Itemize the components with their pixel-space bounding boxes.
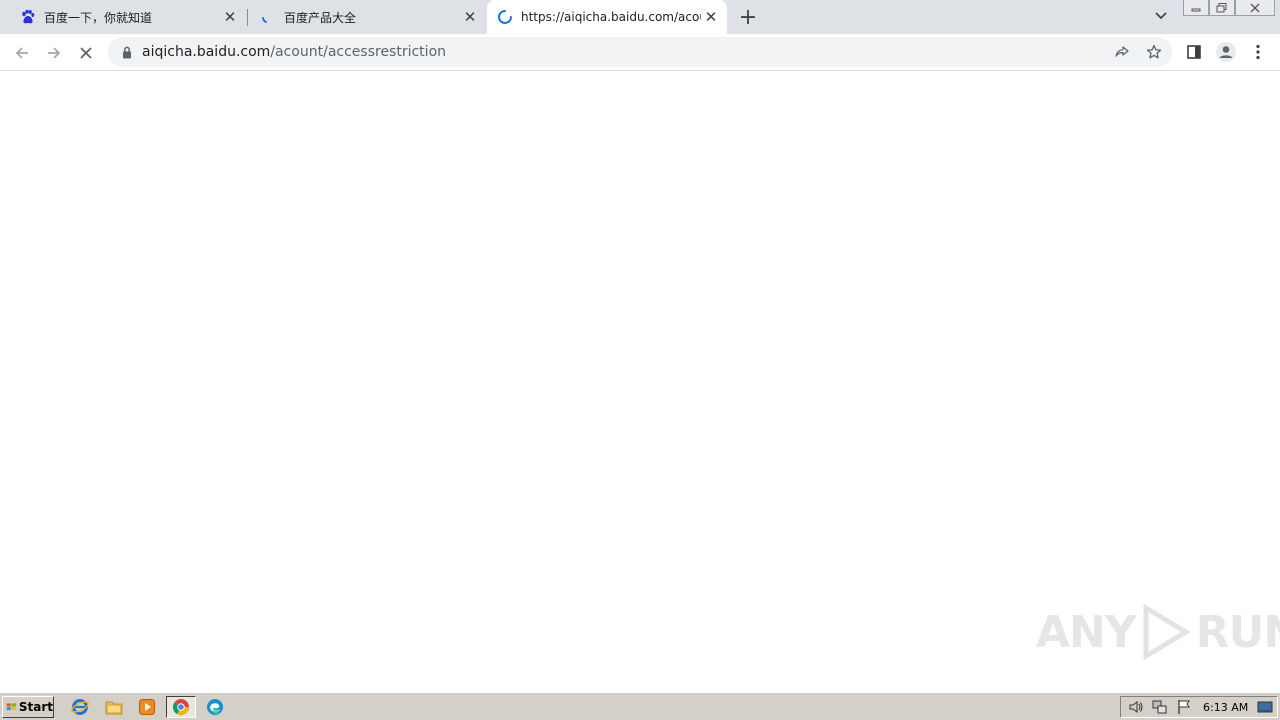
side-panel-button[interactable] xyxy=(1182,40,1206,64)
stop-loading-button[interactable] xyxy=(73,40,99,66)
omnibox-actions xyxy=(1110,40,1166,64)
page-content xyxy=(0,72,1280,692)
restore-button[interactable] xyxy=(1209,0,1235,16)
chevron-down-icon xyxy=(1155,12,1167,20)
tab-title: 百度产品大全 xyxy=(284,10,357,25)
edge-icon[interactable] xyxy=(204,697,226,717)
chrome-taskbar-icon[interactable] xyxy=(166,696,196,718)
stop-icon xyxy=(80,47,92,59)
loading-spinner-icon xyxy=(260,9,276,25)
menu-button[interactable] xyxy=(1246,40,1270,64)
restore-icon xyxy=(1216,2,1227,12)
tab-baidu-products[interactable]: 百度产品大全 ✕ xyxy=(240,0,486,34)
window-controls xyxy=(1183,0,1275,18)
show-desktop-icon[interactable] xyxy=(1256,698,1274,716)
arrow-left-icon xyxy=(15,47,28,59)
forward-button[interactable] xyxy=(41,40,67,66)
side-panel-icon xyxy=(1187,45,1201,59)
anyrun-watermark: ANY RUN xyxy=(1036,604,1280,660)
close-icon[interactable]: ✕ xyxy=(220,7,240,27)
avatar-icon xyxy=(1216,42,1236,62)
start-button[interactable]: Start xyxy=(2,696,54,718)
watermark-right-text: RUN xyxy=(1195,606,1280,658)
close-icon[interactable]: ✕ xyxy=(460,7,480,27)
tab-title: 百度一下，你就知道 xyxy=(44,10,153,25)
watermark-left-text: ANY xyxy=(1036,606,1137,658)
loading-spinner-icon xyxy=(497,9,513,25)
action-center-flag-icon[interactable] xyxy=(1175,698,1193,716)
tab-title: https://aiqicha.baidu.com/acount/ac xyxy=(521,10,701,24)
new-tab-button[interactable]: + xyxy=(736,5,760,30)
arrow-right-icon xyxy=(48,47,61,59)
windows-logo-icon xyxy=(6,703,17,711)
play-logo-icon xyxy=(1143,604,1191,660)
system-tray: 6:13 AM xyxy=(1120,696,1278,718)
close-icon[interactable]: ✕ xyxy=(701,7,721,27)
minimize-button[interactable] xyxy=(1183,0,1209,16)
baidu-paw-icon xyxy=(20,9,36,25)
volume-icon[interactable] xyxy=(1127,698,1145,716)
url-text: aiqicha.baidu.com/acount/accessrestricti… xyxy=(142,44,446,60)
internet-explorer-icon[interactable] xyxy=(69,697,91,717)
more-vert-icon xyxy=(1256,44,1260,60)
star-icon xyxy=(1146,44,1162,59)
media-player-icon[interactable] xyxy=(136,697,158,717)
tab-aiqicha[interactable]: https://aiqicha.baidu.com/acount/ac ✕ xyxy=(487,0,727,34)
file-explorer-icon[interactable] xyxy=(103,697,125,717)
clock[interactable]: 6:13 AM xyxy=(1203,701,1248,714)
minimize-icon xyxy=(1191,8,1201,11)
taskbar: Start 6:13 AM xyxy=(0,692,1280,720)
network-icon[interactable] xyxy=(1151,698,1169,716)
share-button[interactable] xyxy=(1110,40,1134,64)
url-path: /acount/accessrestriction xyxy=(270,44,447,60)
start-label: Start xyxy=(18,700,53,714)
tab-baidu-home[interactable]: 百度一下，你就知道 ✕ xyxy=(0,0,246,34)
close-window-button[interactable] xyxy=(1235,0,1275,16)
address-bar[interactable]: aiqicha.baidu.com/acount/accessrestricti… xyxy=(108,37,1172,67)
url-host: aiqicha.baidu.com xyxy=(142,44,271,60)
profile-button[interactable] xyxy=(1214,40,1238,64)
close-icon xyxy=(1250,3,1260,12)
back-button[interactable] xyxy=(9,40,35,66)
tab-search-button[interactable] xyxy=(1150,5,1172,27)
lock-icon[interactable] xyxy=(119,44,135,60)
bookmark-star-button[interactable] xyxy=(1142,40,1166,64)
share-icon xyxy=(1115,46,1129,57)
tab-strip: 百度一下，你就知道 ✕ 百度产品大全 ✕ https://aiqicha.bai… xyxy=(0,0,1280,34)
browser-toolbar: aiqicha.baidu.com/acount/accessrestricti… xyxy=(0,34,1280,71)
